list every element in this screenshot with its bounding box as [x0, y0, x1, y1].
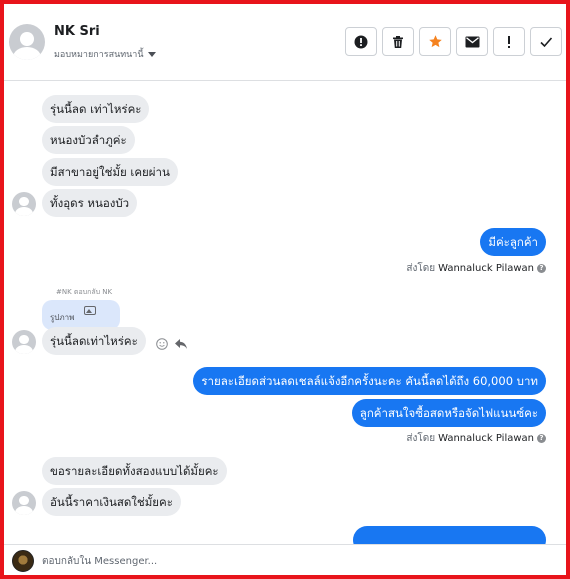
info-icon[interactable]: ? [537, 434, 546, 443]
trash-icon [393, 35, 403, 48]
star-button[interactable] [419, 27, 451, 56]
incoming-message[interactable]: ขอรายละเอียดทั้งสองแบบได้มั้ยคะ [42, 457, 227, 485]
follow-up-button[interactable] [493, 27, 525, 56]
conversation-header: NK Sri มอบหมายการสนทนานี้ [4, 4, 566, 81]
quoted-message[interactable]: รูปภาพ [42, 300, 120, 330]
sent-by-label: ส่งโดย Wannaluck Pilawan ? [406, 261, 546, 276]
sender-avatar [12, 192, 36, 216]
mark-spam-button[interactable] [345, 27, 377, 56]
check-icon [540, 36, 553, 47]
message-actions [156, 338, 188, 350]
quoted-message-text: รูปภาพ [50, 313, 75, 322]
incoming-message[interactable]: ทั้งอุดร หนองบัว [42, 189, 138, 217]
incoming-message[interactable]: รุ่นนี้ลดเท่าไหร่คะ [42, 327, 146, 355]
incoming-message[interactable]: หนองบัวลำภูค่ะ [42, 126, 135, 154]
incoming-message[interactable]: อันนี้ราคาเงินสดใช่มั้ยคะ [42, 488, 181, 516]
window-frame: NK Sri มอบหมายการสนทนานี้ รุ่นนี้ลด เท่า… [0, 0, 570, 579]
composer [4, 544, 566, 575]
mark-unread-button[interactable] [456, 27, 488, 56]
outgoing-message[interactable]: รายละเอียดส่วนลดเชลล์แจ้งอีกครั้งนะคะ คั… [193, 367, 546, 395]
delete-button[interactable] [382, 27, 414, 56]
outgoing-message[interactable]: ลูกค้าสนใจซื้อสดหรือจัดไฟแนนซ์คะ [351, 399, 546, 427]
sent-by-name[interactable]: Wannaluck Pilawan [438, 433, 534, 444]
star-icon [428, 35, 442, 48]
message-thread[interactable]: รุ่นนี้ลด เท่าไหร่คะ หนองบัวลำภูค่ะ มีสา… [4, 82, 566, 544]
emoji-icon[interactable] [156, 338, 168, 350]
contact-avatar[interactable] [9, 24, 45, 60]
sender-avatar [12, 330, 36, 354]
incoming-message[interactable]: มีสาขาอยู่ใช่มั้ย เคยผ่าน [42, 158, 178, 186]
page-avatar [12, 550, 34, 572]
assign-label: มอบหมายการสนทนานี้ [54, 50, 144, 60]
outgoing-message-partial[interactable] [353, 526, 546, 544]
mail-icon [465, 36, 479, 47]
header-toolbar [345, 27, 562, 56]
sent-by-prefix: ส่งโดย [406, 433, 436, 444]
assign-conversation-dropdown[interactable]: มอบหมายการสนทนานี้ [54, 47, 156, 61]
alert-circle-icon [354, 35, 368, 48]
sender-avatar [12, 491, 36, 515]
incoming-message[interactable]: รุ่นนี้ลด เท่าไหร่คะ [42, 95, 150, 123]
mark-done-button[interactable] [530, 27, 562, 56]
sent-by-prefix: ส่งโดย [406, 263, 436, 274]
exclamation-icon [508, 35, 510, 48]
reply-context-label: #NK ตอบกลับ NK [56, 288, 113, 296]
chevron-down-icon [147, 51, 156, 57]
photo-icon [84, 306, 96, 315]
sent-by-name[interactable]: Wannaluck Pilawan [438, 263, 534, 274]
info-icon[interactable]: ? [537, 264, 546, 273]
reply-input[interactable] [42, 545, 542, 575]
contact-name[interactable]: NK Sri [54, 24, 100, 39]
reply-icon[interactable] [174, 338, 188, 350]
sent-by-label: ส่งโดย Wannaluck Pilawan ? [406, 431, 546, 446]
outgoing-message[interactable]: มีค่ะลูกค้า [480, 228, 546, 256]
